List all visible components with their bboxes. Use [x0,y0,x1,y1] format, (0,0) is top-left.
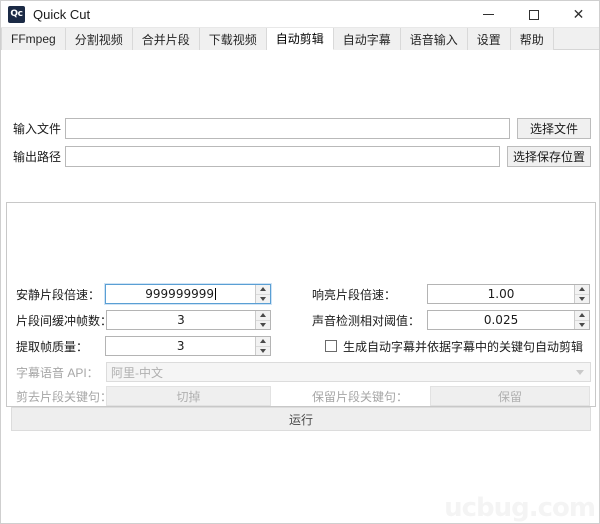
window-controls: ✕ [466,1,600,28]
spin-down-button[interactable] [256,321,270,330]
checkbox-box-icon[interactable] [325,340,337,352]
sound-threshold-value[interactable]: 0.025 [428,311,574,329]
site-watermark: ucbug.com [444,493,595,523]
frame-quality-value[interactable]: 3 [106,337,255,355]
triangle-down-icon [579,323,585,327]
frame-quality-label: 提取帧质量： [16,338,105,355]
frame-quality-spin-buttons[interactable] [255,337,270,355]
spin-down-button[interactable] [256,347,270,356]
frame-quality-row: 提取帧质量： 3 [16,335,271,357]
tab-auto-subtitle[interactable]: 自动字幕 [334,28,401,50]
frame-margin-spinbox[interactable]: 3 [106,310,271,330]
triangle-up-icon [260,313,266,317]
minimize-icon [483,14,494,15]
cut-keywords-label: 剪去片段关键句： [16,388,106,405]
silent-speed-spin-buttons[interactable] [255,285,270,303]
tab-auto-edit[interactable]: 自动剪辑 [267,28,334,50]
run-button[interactable]: 运行 [11,407,591,431]
silent-speed-spinbox[interactable]: 999999999 [105,284,271,304]
loud-speed-row: 响亮片段倍速： 1.00 [312,283,590,305]
text-caret [215,288,216,300]
cut-keywords-button[interactable]: 切掉 [106,386,271,406]
input-file-row: 输入文件 选择文件 [13,118,591,139]
spin-up-button[interactable] [256,337,270,347]
maximize-icon [529,10,539,20]
input-file-field[interactable] [65,118,510,139]
spin-up-button[interactable] [256,285,270,295]
triangle-up-icon [260,339,266,343]
silent-speed-row: 安静片段倍速： 999999999 [16,283,271,305]
maximize-button[interactable] [511,1,556,28]
choose-file-button[interactable]: 选择文件 [517,118,591,139]
minimize-button[interactable] [466,1,511,28]
loud-speed-spinbox[interactable]: 1.00 [427,284,590,304]
subtitle-api-dropdown[interactable]: 阿里-中文 [106,362,591,382]
triangle-up-icon [260,287,266,291]
options-group: 安静片段倍速： 999999999 响亮片段倍速： 1.00 [6,202,596,407]
tab-settings[interactable]: 设置 [468,28,511,50]
sound-threshold-spin-buttons[interactable] [574,311,589,329]
close-button[interactable]: ✕ [556,1,600,28]
triangle-down-icon [579,297,585,301]
spin-down-button[interactable] [256,295,270,304]
spin-down-button[interactable] [575,295,589,304]
tab-bar: FFmpeg 分割视频 合并片段 下载视频 自动剪辑 自动字幕 语音输入 设置 … [1,28,600,50]
triangle-up-icon [579,287,585,291]
input-file-label: 输入文件 [13,120,65,137]
subtitle-api-value: 阿里-中文 [111,364,576,381]
tab-download-video[interactable]: 下载视频 [200,28,267,50]
frame-margin-row: 片段间缓冲帧数： 3 [16,309,271,331]
spin-up-button[interactable] [256,311,270,321]
cut-keywords-row: 剪去片段关键句： 切掉 [16,385,271,407]
frame-margin-spin-buttons[interactable] [255,311,270,329]
frame-margin-label: 片段间缓冲帧数： [16,312,106,329]
output-path-field[interactable] [65,146,500,167]
choose-save-location-button[interactable]: 选择保存位置 [507,146,591,167]
output-path-row: 输出路径 选择保存位置 [13,146,591,167]
sound-threshold-spinbox[interactable]: 0.025 [427,310,590,330]
triangle-up-icon [579,313,585,317]
triangle-down-icon [260,323,266,327]
frame-margin-value[interactable]: 3 [107,311,255,329]
output-path-label: 输出路径 [13,148,65,165]
tab-ffmpeg[interactable]: FFmpeg [1,28,66,50]
loud-speed-label: 响亮片段倍速： [312,286,427,303]
auto-edit-panel: 输入文件 选择文件 输出路径 选择保存位置 安静片段倍速： 999999999 [1,50,600,524]
silent-speed-label: 安静片段倍速： [16,286,105,303]
tab-help[interactable]: 帮助 [511,28,554,50]
loud-speed-value[interactable]: 1.00 [428,285,574,303]
auto-subtitle-cut-checkbox[interactable]: 生成自动字幕并依据字幕中的关键句自动剪辑 [325,338,583,355]
window-title: Quick Cut [33,7,90,22]
sound-threshold-row: 声音检测相对阈值： 0.025 [312,309,590,331]
tab-merge-clips[interactable]: 合并片段 [133,28,200,50]
chevron-down-icon [576,370,584,375]
keep-keywords-label: 保留片段关键句： [312,388,430,405]
keep-keywords-button[interactable]: 保留 [430,386,590,406]
triangle-down-icon [260,297,266,301]
app-logo-icon: Qc [8,6,25,23]
tab-voice-input[interactable]: 语音输入 [401,28,468,50]
spin-up-button[interactable] [575,311,589,321]
loud-speed-spin-buttons[interactable] [574,285,589,303]
spin-down-button[interactable] [575,321,589,330]
quick-cut-window: Qc Quick Cut ✕ FFmpeg 分割视频 合并片段 下载视频 自动剪… [0,0,600,524]
spin-up-button[interactable] [575,285,589,295]
auto-subtitle-cut-row: 生成自动字幕并依据字幕中的关键句自动剪辑 [325,335,595,357]
keep-keywords-row: 保留片段关键句： 保留 [312,385,590,407]
close-icon: ✕ [573,10,585,20]
title-bar: Qc Quick Cut ✕ [1,1,600,28]
silent-speed-value[interactable]: 999999999 [106,285,255,303]
tab-bar-filler [554,28,600,49]
frame-quality-spinbox[interactable]: 3 [105,336,271,356]
subtitle-api-label: 字幕语音 API： [16,364,106,381]
tab-split-video[interactable]: 分割视频 [66,28,133,50]
auto-subtitle-cut-label: 生成自动字幕并依据字幕中的关键句自动剪辑 [343,338,583,355]
triangle-down-icon [260,349,266,353]
subtitle-api-row: 字幕语音 API： 阿里-中文 [16,361,591,383]
sound-threshold-label: 声音检测相对阈值： [312,312,427,329]
